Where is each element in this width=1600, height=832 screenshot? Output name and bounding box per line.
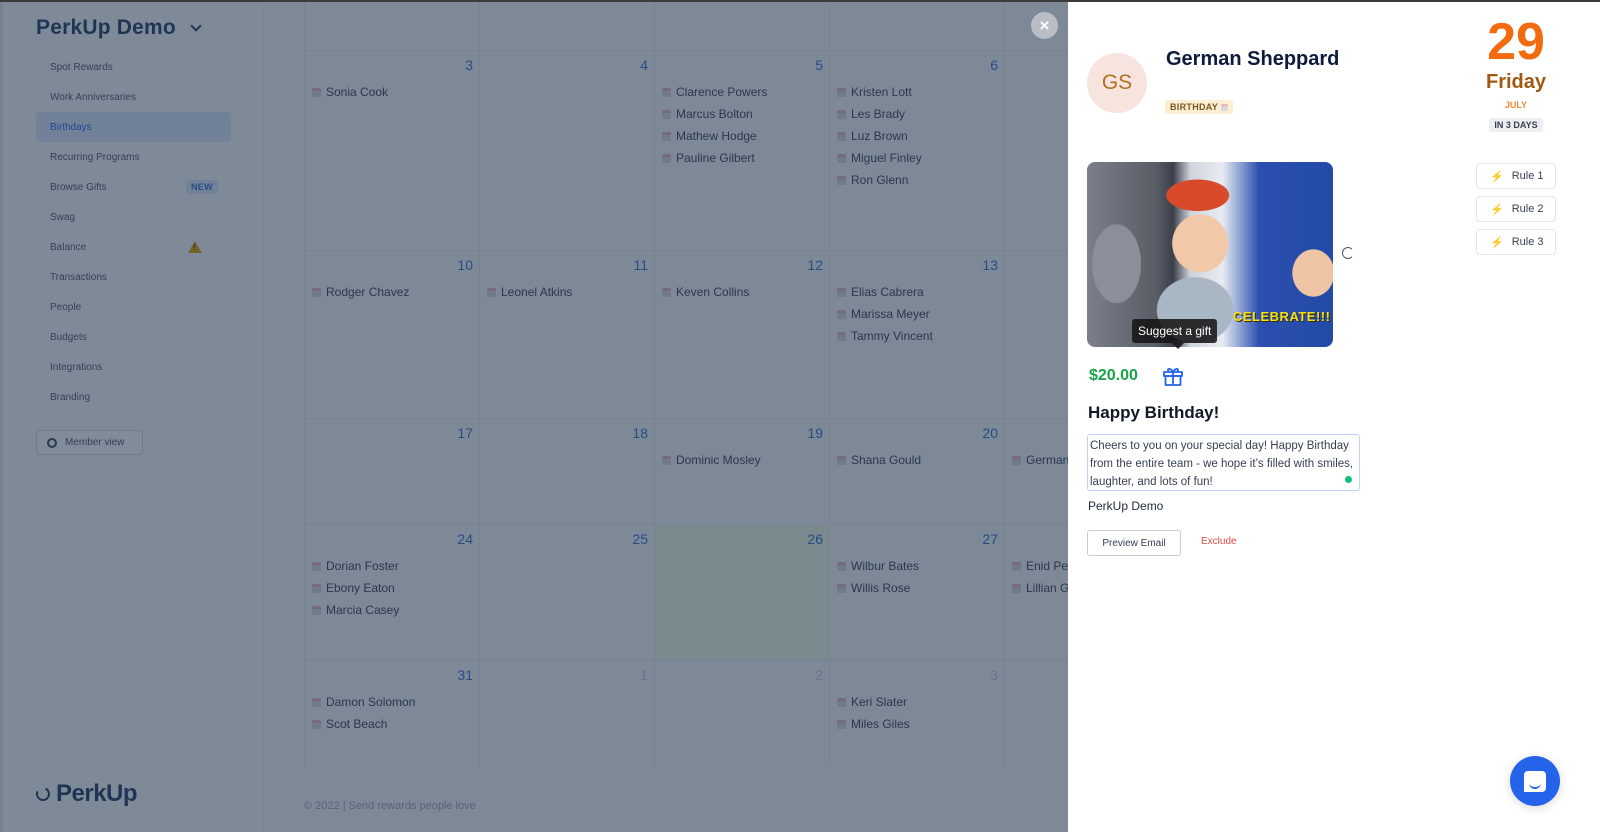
window-top-border bbox=[0, 0, 1600, 2]
message-body-input[interactable]: Cheers to you on your special day! Happy… bbox=[1087, 434, 1360, 491]
birthday-detail-drawer: GS German Sheppard BIRTHDAY 29 Friday JU… bbox=[1068, 2, 1600, 832]
message-title[interactable]: Happy Birthday! bbox=[1088, 403, 1219, 423]
date-month: JULY bbox=[1504, 100, 1528, 110]
close-icon: × bbox=[1039, 15, 1050, 35]
avatar: GS bbox=[1087, 53, 1147, 113]
lightning-icon: ⚡ bbox=[1490, 236, 1504, 249]
date-day: 29 bbox=[1487, 13, 1545, 71]
sender-name: PerkUp Demo bbox=[1088, 499, 1164, 513]
occasion-badge: BIRTHDAY bbox=[1165, 100, 1234, 114]
rule-button[interactable]: ⚡ Rule 2 bbox=[1476, 196, 1556, 222]
lightning-icon: ⚡ bbox=[1490, 203, 1504, 216]
rule-button[interactable]: ⚡ Rule 3 bbox=[1476, 229, 1556, 255]
rule-label: Rule 2 bbox=[1511, 203, 1544, 215]
preview-email-button[interactable]: Preview Email bbox=[1087, 530, 1181, 556]
occasion-badge-label: BIRTHDAY bbox=[1170, 102, 1219, 112]
chat-icon bbox=[1524, 770, 1546, 792]
refresh-gif-icon[interactable] bbox=[1342, 247, 1354, 259]
days-until-badge: IN 3 DAYS bbox=[1489, 118, 1543, 132]
occasion-date: 29 Friday JULY IN 3 DAYS bbox=[1476, 14, 1556, 133]
rule-label: Rule 1 bbox=[1511, 170, 1544, 182]
rule-label: Rule 3 bbox=[1511, 236, 1544, 248]
message-body-text: Cheers to you on your special day! Happy… bbox=[1090, 440, 1354, 488]
rule-button[interactable]: ⚡ Rule 1 bbox=[1476, 163, 1556, 189]
grammar-status-icon bbox=[1345, 476, 1352, 483]
date-weekday: Friday bbox=[1485, 71, 1547, 93]
gif-caption: CELEBRATE!!! bbox=[1233, 309, 1331, 324]
cake-icon bbox=[1221, 103, 1229, 111]
person-name: German Sheppard bbox=[1166, 48, 1340, 70]
gift-amount[interactable]: $20.00 bbox=[1089, 367, 1138, 385]
close-drawer-button[interactable]: × bbox=[1031, 12, 1058, 39]
suggest-gift-tooltip: Suggest a gift bbox=[1132, 319, 1218, 349]
chat-support-button[interactable] bbox=[1510, 756, 1560, 806]
modal-overlay[interactable] bbox=[0, 0, 1068, 832]
gift-icon bbox=[1163, 368, 1183, 386]
suggest-gift-button[interactable] bbox=[1160, 362, 1186, 390]
rules-list: ⚡ Rule 1 ⚡ Rule 2 ⚡ Rule 3 bbox=[1476, 163, 1556, 255]
lightning-icon: ⚡ bbox=[1490, 170, 1504, 183]
exclude-button[interactable]: Exclude bbox=[1201, 536, 1237, 547]
